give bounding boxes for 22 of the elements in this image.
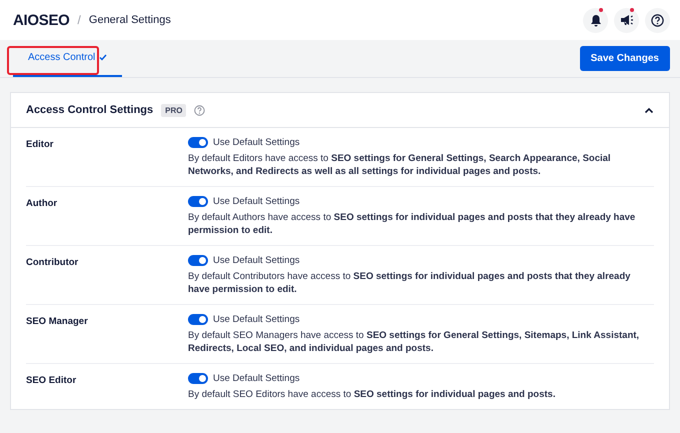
role-description: By default SEO Managers have access to SEO settings for General Settings, Sitemaps, Link Assistant, Redirects, Local SEO, and individual pages and posts. xyxy=(188,329,640,355)
access-control-tab[interactable]: Access Control xyxy=(13,40,122,77)
aioseo-logo: AIOSEO xyxy=(13,12,70,28)
toggle-label: Use Default Settings xyxy=(213,255,300,266)
toggle-label: Use Default Settings xyxy=(213,314,300,325)
role-label: Contributor xyxy=(26,256,80,268)
page-title: General Settings xyxy=(88,14,171,26)
toggle-label: Use Default Settings xyxy=(213,373,300,384)
pro-badge: PRO xyxy=(161,104,186,116)
role-label: Editor xyxy=(26,138,54,150)
role-description: By default Editors have access to SEO settings for General Settings, Search Appearance, Social Networks, and Redirects as well as all settings for individual pages and posts. xyxy=(188,152,612,178)
role-label: SEO Editor xyxy=(26,374,78,386)
card-title: Access Control Settings xyxy=(26,104,154,116)
toggle-label: Use Default Settings xyxy=(213,137,300,148)
role-description: By default Contributors have access to SEO settings for individual pages and posts that they already have permission to edit. xyxy=(188,270,632,296)
role-label: Author xyxy=(26,197,58,209)
role-description: By default Authors have access to SEO settings for individual pages and posts that they already have permission to edit. xyxy=(188,211,636,237)
breadcrumb-separator: / xyxy=(78,13,81,27)
save-changes-button[interactable]: Save Changes xyxy=(580,46,670,71)
role-description: By default SEO Editors have access to SEO settings for individual pages and posts. xyxy=(188,388,556,401)
role-label: SEO Manager xyxy=(26,315,89,327)
toggle-label: Use Default Settings xyxy=(213,196,300,207)
